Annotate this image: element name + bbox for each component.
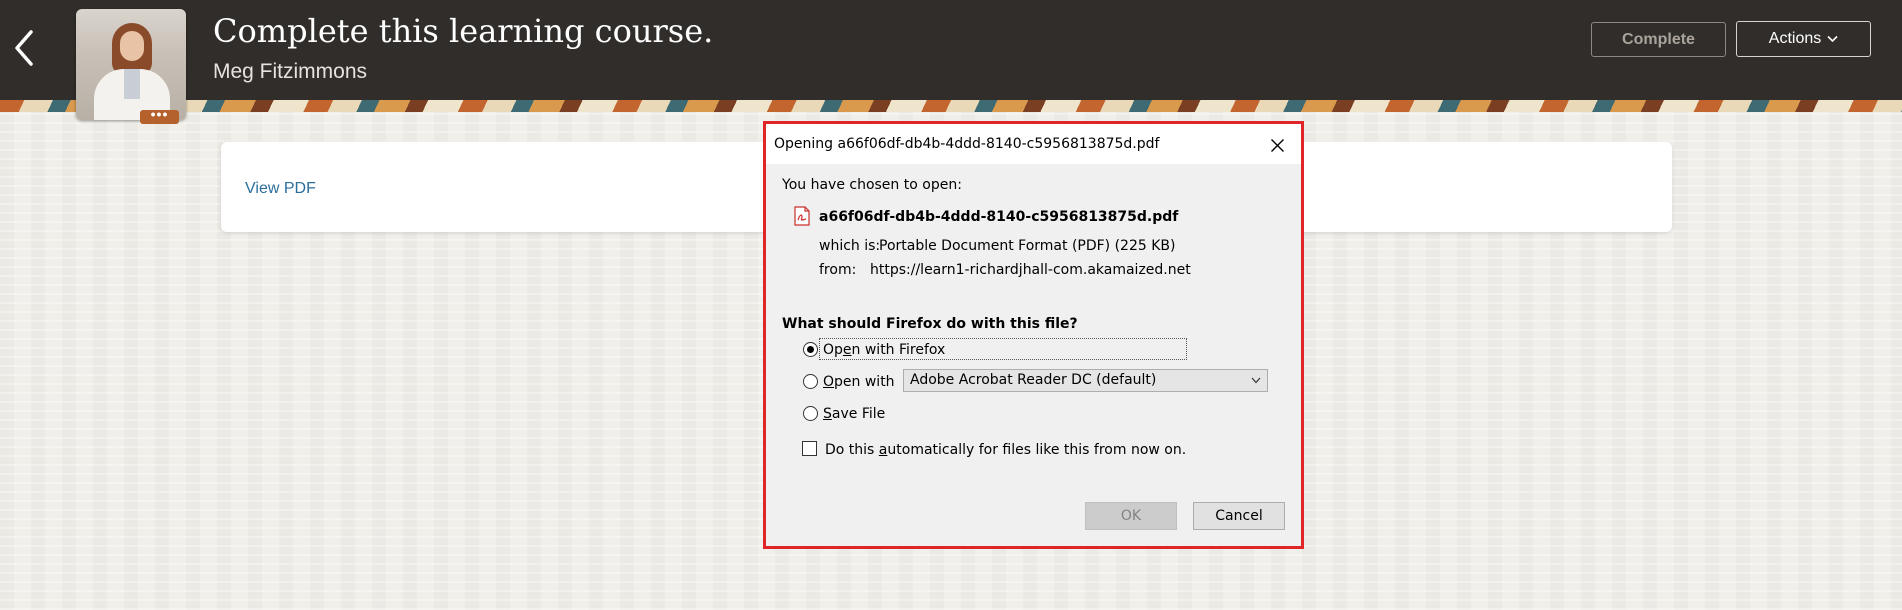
dialog-titlebar: Opening a66f06df-db4b-4ddd-8140-c5956813… (766, 124, 1301, 164)
application-select[interactable]: Adobe Acrobat Reader DC (default) (903, 369, 1268, 392)
decorative-banner (0, 100, 1902, 112)
complete-button[interactable]: Complete (1591, 22, 1726, 57)
actions-label: Actions (1768, 30, 1822, 47)
view-pdf-link[interactable]: View PDF (245, 180, 316, 198)
application-select-value: Adobe Acrobat Reader DC (default) (910, 372, 1157, 388)
open-with-firefox-label[interactable]: Open with Firefox (823, 342, 945, 358)
file-type-value: Portable Document Format (PDF) (225 KB) (879, 238, 1176, 254)
open-with-radio[interactable] (803, 374, 818, 389)
auto-action-label[interactable]: Do this automatically for files like thi… (825, 442, 1186, 458)
save-file-radio[interactable] (803, 406, 818, 421)
pdf-file-icon (794, 206, 810, 226)
ok-button[interactable]: OK (1085, 502, 1177, 530)
page-header: Complete this learning course. Meg Fitzi… (0, 0, 1902, 100)
action-question: What should Firefox do with this file? (782, 316, 1078, 332)
chevron-left-icon (15, 30, 33, 66)
close-button[interactable] (1266, 134, 1288, 156)
more-options-button[interactable]: ••• (140, 107, 179, 124)
file-open-dialog: Opening a66f06df-db4b-4ddd-8140-c5956813… (766, 124, 1301, 546)
file-name: a66f06df-db4b-4ddd-8140-c5956813875d.pdf (819, 209, 1179, 225)
close-icon (1270, 138, 1284, 152)
back-button[interactable] (6, 26, 42, 70)
which-is-label: which is: (819, 238, 881, 254)
auto-action-checkbox[interactable] (802, 441, 817, 456)
from-label: from: (819, 262, 857, 278)
person-name: Meg Fitzimmons (213, 60, 368, 83)
chosen-label: You have chosen to open: (782, 177, 962, 193)
dialog-title: Opening a66f06df-db4b-4ddd-8140-c5956813… (774, 136, 1160, 152)
save-file-label[interactable]: Save File (823, 406, 885, 422)
open-with-firefox-radio[interactable] (803, 342, 818, 357)
chevron-down-icon (1251, 377, 1261, 384)
actions-button[interactable]: Actions (1736, 21, 1871, 57)
open-with-label[interactable]: Open with (823, 374, 895, 390)
chevron-down-icon (1827, 35, 1838, 43)
avatar (76, 9, 186, 120)
source-url: https://learn1-richardjhall-com.akamaize… (870, 262, 1191, 278)
cancel-button[interactable]: Cancel (1193, 502, 1285, 530)
page-title: Complete this learning course. (213, 12, 714, 50)
